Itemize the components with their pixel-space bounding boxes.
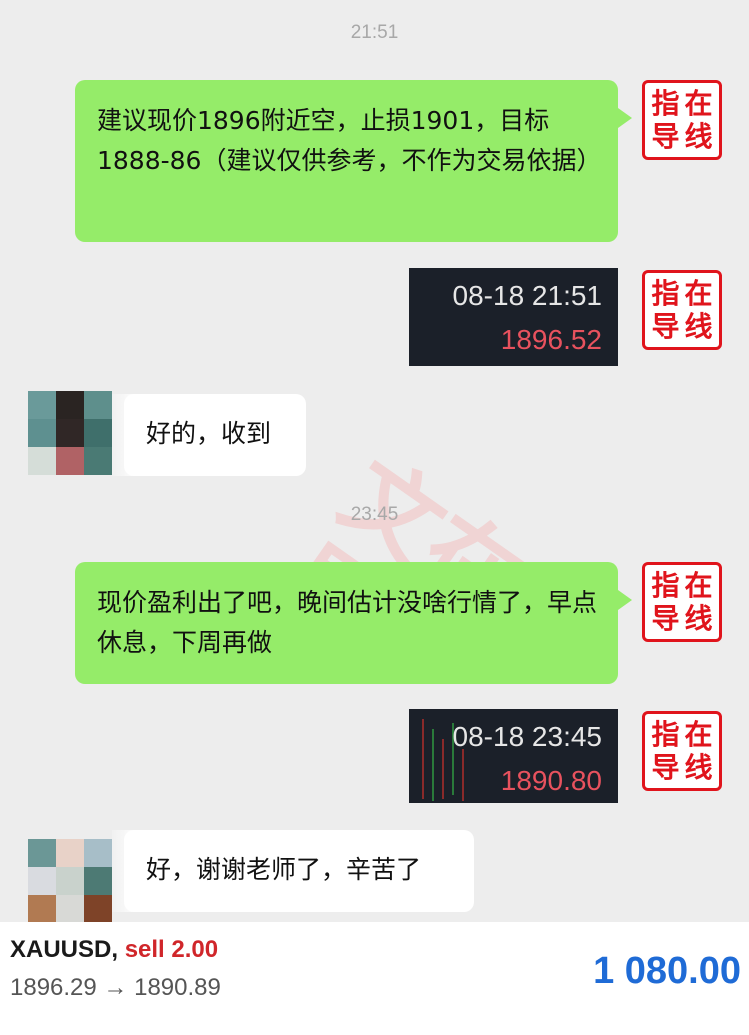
- contact-avatar[interactable]: [28, 391, 112, 475]
- trade-profit: 1 080.00: [593, 950, 741, 992]
- sent-message-bubble[interactable]: 现价盈利出了吧，晚间估计没啥行情了，早点休息，下周再做: [75, 562, 632, 684]
- stamp-char: 导: [651, 750, 680, 784]
- stamp-char: 线: [684, 309, 713, 343]
- symbol-label: XAUUSD,: [10, 936, 119, 963]
- sender-avatar-stamp[interactable]: 指 在 导 线: [642, 711, 722, 791]
- stamp-char: 指: [651, 717, 680, 751]
- trade-price-range: 1896.29 → 1890.89: [10, 974, 221, 1001]
- stamp-char: 线: [684, 750, 713, 784]
- sent-message-bubble[interactable]: 建议现价1896附近空，止损1901，目标1888-86（建议仅供参考，不作为交…: [75, 80, 632, 242]
- timestamp: 21:51: [350, 22, 399, 43]
- received-message-bubble[interactable]: 好，谢谢老师了，辛苦了: [124, 830, 474, 912]
- trade-result-bar: XAUUSD, sell 2.00 1896.29 → 1890.89 1 08…: [0, 922, 749, 1035]
- received-message-bubble[interactable]: 好的，收到: [124, 394, 306, 476]
- quote-time: 08-18 21:51: [452, 280, 602, 311]
- blur-overlay: [112, 830, 138, 912]
- stamp-char: 导: [651, 309, 680, 343]
- stamp-char: 导: [651, 601, 680, 635]
- trade-side-label: sell 2.00: [124, 936, 219, 963]
- sender-avatar-stamp[interactable]: 指 在 导 线: [642, 80, 722, 160]
- stamp-char: 线: [684, 601, 713, 635]
- trade-symbol-line: XAUUSD, sell 2.00: [10, 936, 218, 964]
- stamp-char: 指: [651, 568, 680, 602]
- stamp-char: 线: [684, 119, 713, 153]
- stamp-char: 在: [684, 717, 713, 751]
- quote-price: 1890.80: [500, 765, 602, 796]
- stamp-char: 指: [651, 276, 680, 310]
- sender-avatar-stamp[interactable]: 指 在 导 线: [642, 270, 722, 350]
- quote-time: 08-18 23:45: [452, 721, 602, 752]
- message-text: 现价盈利出了吧，晚间估计没啥行情了，早点休息，下周再做: [97, 588, 598, 657]
- timestamp: 23:45: [350, 504, 399, 525]
- sender-avatar-stamp[interactable]: 指 在 导 线: [642, 562, 722, 642]
- message-text: 建议现价1896附近空，止损1901，目标1888-86（建议仅供参考，不作为交…: [97, 106, 602, 175]
- stamp-char: 在: [684, 276, 713, 310]
- stamp-char: 在: [684, 568, 713, 602]
- message-text: 好的，收到: [146, 419, 272, 448]
- stamp-char: 在: [684, 86, 713, 120]
- blur-overlay: [112, 394, 138, 476]
- price-screenshot-image[interactable]: 08-18 21:51 1896.52: [409, 268, 618, 366]
- price-screenshot-image[interactable]: 08-18 23:45 1890.80: [409, 709, 618, 803]
- quote-price: 1896.52: [500, 324, 602, 355]
- contact-avatar[interactable]: [28, 839, 112, 923]
- stamp-char: 指: [651, 86, 680, 120]
- stamp-char: 导: [651, 119, 680, 153]
- message-text: 好，谢谢老师了，辛苦了: [146, 855, 422, 884]
